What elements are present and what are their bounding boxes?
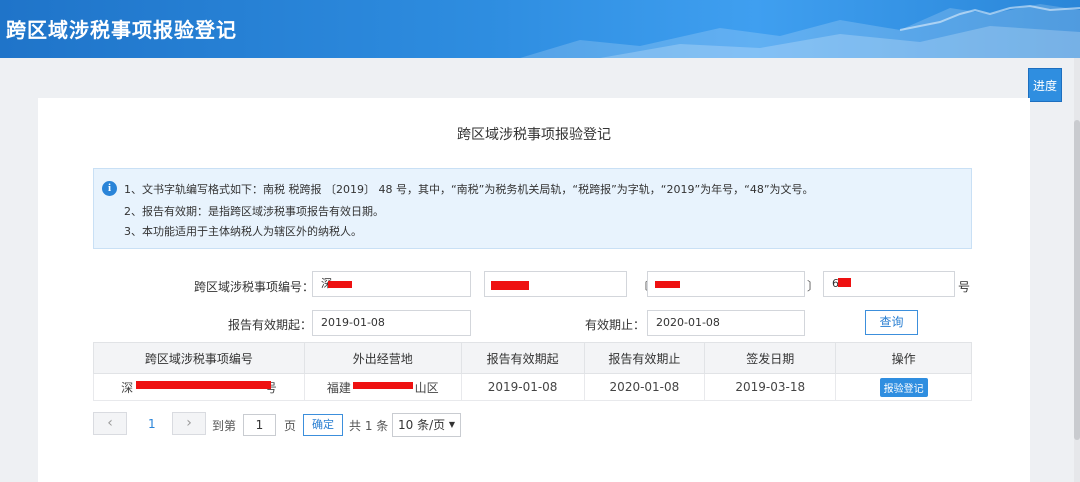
page-size-value: 10 条/页: [398, 418, 446, 432]
cell-end-date: 2020-01-08: [583, 373, 706, 401]
redaction-mark: [352, 382, 413, 389]
notice-line-3: 3、本功能适用于主体纳税人为辖区外的纳税人。: [124, 225, 362, 238]
triangle-down-icon: ▼: [448, 420, 455, 429]
table-header-row: 跨区域涉税事项编号 外出经营地 报告有效期起 报告有效期止 签发日期 操作: [93, 342, 972, 374]
page-number-input[interactable]: 1: [243, 414, 276, 436]
cell-number: 深 号: [93, 373, 305, 401]
scrollbar-thumb[interactable]: [1074, 120, 1080, 440]
notice-box: i 1、文书字轨编写格式如下：南税 税跨报 〔2019〕 48 号，其中，“南税…: [93, 168, 972, 249]
cell-issue-date: 2019-03-18: [704, 373, 837, 401]
chevron-left-icon: ‹: [107, 415, 113, 431]
end-date-label: 有效期止：: [585, 318, 646, 332]
column-header: 报告有效期起: [460, 342, 585, 374]
main-card: 跨区域涉税事项报验登记 i 1、文书字轨编写格式如下：南税 税跨报 〔2019〕…: [38, 98, 1030, 482]
app-title: 跨区域涉税事项报验登记: [6, 18, 237, 42]
cell-place-start: 福建: [326, 380, 351, 395]
number-label: 跨区域涉税事项编号：: [194, 280, 315, 294]
redaction-mark: [491, 281, 529, 290]
start-date-value: 2019-01-08: [321, 316, 385, 329]
cell-start-date: 2019-01-08: [460, 373, 585, 401]
start-date-label: 报告有效期起：: [228, 318, 313, 332]
page-unit-label: 页: [284, 419, 297, 433]
page-title: 跨区域涉税事项报验登记: [457, 127, 611, 143]
cell-place-end: 山区: [414, 380, 439, 395]
current-page[interactable]: 1: [148, 417, 156, 431]
redaction-mark: [328, 281, 352, 288]
notice-line-2: 2、报告有效期：是指跨区域涉税事项报告有效日期。: [124, 205, 384, 218]
cell-place: 福建 山区: [303, 373, 462, 401]
great-wall-banner-image: [520, 4, 1080, 58]
column-header: 外出经营地: [303, 342, 462, 374]
column-header: 操作: [835, 342, 972, 374]
start-date-input[interactable]: 2019-01-08: [312, 310, 471, 336]
cell-action: 报验登记: [835, 373, 972, 401]
end-date-input[interactable]: 2020-01-08: [647, 310, 805, 336]
redaction-mark: [838, 278, 851, 287]
end-date-value: 2020-01-08: [656, 316, 720, 329]
chevron-right-icon: ›: [186, 415, 192, 431]
next-page-button[interactable]: ›: [172, 412, 206, 435]
progress-button[interactable]: 进度: [1028, 68, 1062, 102]
redaction-mark: [655, 281, 680, 288]
number-suffix: 号: [958, 280, 971, 294]
page-size-select[interactable]: 10 条/页 ▼: [392, 413, 461, 437]
column-header: 签发日期: [704, 342, 837, 374]
redaction-mark: [136, 381, 271, 389]
column-header: 跨区域涉税事项编号: [93, 342, 305, 374]
table-row: 深 号 福建 山区 2019-01-08 2020-01-08 2019-03-…: [93, 373, 972, 401]
column-header: 报告有效期止: [583, 342, 706, 374]
cell-number-start: 深: [121, 380, 134, 395]
info-icon: i: [102, 181, 117, 196]
confirm-page-button[interactable]: 确定: [303, 414, 343, 436]
goto-label: 到第: [212, 419, 237, 433]
notice-line-1: 1、文书字轨编写格式如下：南税 税跨报 〔2019〕 48 号，其中，“南税”为…: [124, 183, 814, 196]
total-count: 共 1 条: [349, 419, 389, 433]
prev-page-button[interactable]: ‹: [93, 412, 127, 435]
register-button[interactable]: 报验登记: [879, 377, 928, 397]
bracket-close: 〕: [807, 279, 820, 293]
result-table: 跨区域涉税事项编号 外出经营地 报告有效期起 报告有效期止 签发日期 操作 深 …: [93, 342, 972, 401]
app-header: 跨区域涉税事项报验登记: [0, 0, 1080, 58]
query-button[interactable]: 查询: [865, 310, 918, 335]
